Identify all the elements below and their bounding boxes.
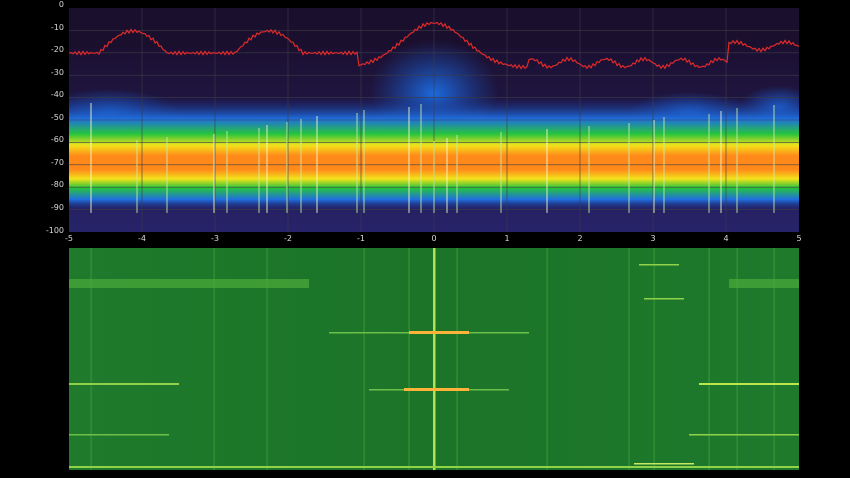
x-tick-label: 0: [431, 234, 437, 243]
waterfall-trace: [628, 248, 630, 470]
x-tick-label: -3: [211, 234, 219, 243]
burst-band: [69, 279, 309, 288]
x-tick-label: 4: [723, 234, 729, 243]
waterfall-trace: [653, 248, 655, 470]
burst-line: [634, 463, 694, 465]
y-tick-label: 0: [58, 0, 64, 9]
y-tick-label: -100: [45, 226, 64, 235]
burst-band: [729, 279, 799, 288]
y-tick-label: -20: [50, 45, 64, 54]
hot-burst: [409, 331, 469, 334]
waterfall-display: [69, 248, 799, 470]
y-tick-label: -80: [50, 180, 64, 189]
waterfall-trace: [363, 248, 365, 470]
burst-line: [644, 298, 684, 300]
y-tick-label: -70: [50, 158, 64, 167]
y-tick-label: -30: [50, 68, 64, 77]
x-tick-label: -2: [284, 234, 292, 243]
y-tick-label: -40: [50, 90, 64, 99]
y-tick-label: -90: [50, 203, 64, 212]
waterfall-trace: [546, 248, 548, 470]
x-tick-label: 5: [796, 234, 802, 243]
x-tick-label: -1: [357, 234, 365, 243]
x-tick-label: -4: [138, 234, 146, 243]
waterfall-trace: [456, 248, 458, 470]
x-tick-label: 2: [577, 234, 583, 243]
burst-line: [639, 264, 679, 266]
x-tick-label: -5: [65, 234, 73, 243]
burst-line: [69, 466, 799, 468]
waterfall-trace: [433, 248, 436, 470]
burst-line: [69, 383, 179, 385]
y-tick-label: -50: [50, 113, 64, 122]
waterfall-trace: [408, 248, 410, 470]
x-tick-label: 3: [650, 234, 656, 243]
burst-line: [689, 434, 799, 436]
spectrum-analyzer-window: 0 -10 -20 -30 -40 -50 -60 -70 -80 -90 -1…: [0, 0, 850, 478]
y-tick-label: -10: [50, 23, 64, 32]
burst-line: [699, 383, 799, 385]
x-tick-label: 1: [504, 234, 510, 243]
waterfall-trace: [708, 248, 710, 470]
spectrum-plot: [69, 8, 799, 232]
hot-burst: [404, 388, 469, 391]
burst-line: [69, 434, 169, 436]
y-tick-label: -60: [50, 135, 64, 144]
